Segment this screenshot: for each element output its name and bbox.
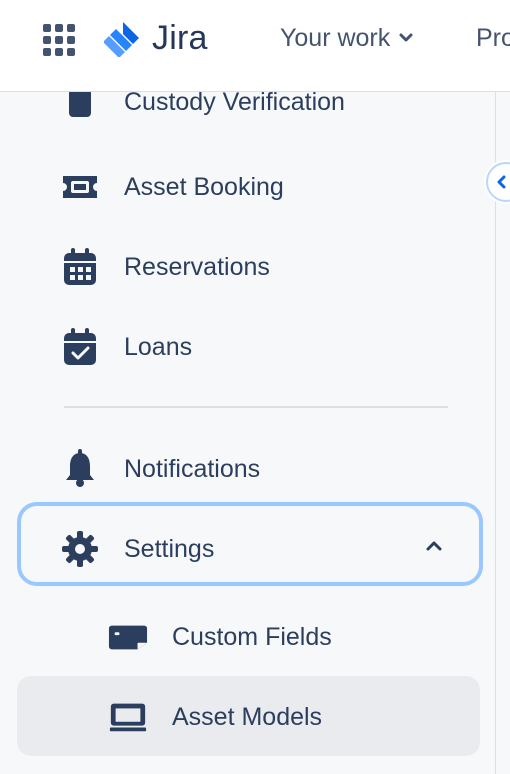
calendar-grid-icon xyxy=(60,247,100,287)
clipboard-icon xyxy=(60,92,100,122)
sidebar-item-loans[interactable]: Loans xyxy=(60,325,192,369)
sidebar-item-label: Settings xyxy=(124,534,215,563)
chevron-down-icon xyxy=(399,33,413,42)
sidebar-item-label: Custody Verification xyxy=(124,92,345,116)
sidebar-item-notifications[interactable]: Notifications xyxy=(60,447,260,491)
sidebar-subitem-custom-fields[interactable]: Custom Fields xyxy=(108,615,332,659)
card-icon xyxy=(108,617,148,657)
sidebar-item-settings[interactable]: Settings xyxy=(60,527,214,571)
gear-icon xyxy=(60,529,100,569)
projects-menu[interactable]: Pro xyxy=(476,20,510,56)
jira-logo[interactable]: Jira xyxy=(104,17,208,59)
jira-wordmark: Jira xyxy=(152,19,208,57)
sidebar-item-label: Custom Fields xyxy=(172,622,332,651)
monitor-icon xyxy=(108,697,148,737)
your-work-menu[interactable]: Your work xyxy=(280,20,413,56)
sidebar-item-label: Asset Booking xyxy=(124,172,284,201)
top-navigation-bar: Jira Your work Pro xyxy=(0,0,510,92)
sidebar: Custody Verification Asset Booking Reser… xyxy=(0,92,496,774)
sidebar-item-custody-verification[interactable]: Custody Verification xyxy=(60,92,345,124)
app-switcher-icon[interactable] xyxy=(40,21,76,57)
sidebar-item-label: Notifications xyxy=(124,454,261,483)
sidebar-divider xyxy=(64,406,448,408)
calendar-check-icon xyxy=(60,327,100,367)
projects-label: Pro xyxy=(476,23,510,52)
sidebar-subitem-asset-models[interactable]: Asset Models xyxy=(108,695,322,739)
jira-mark-icon xyxy=(104,22,139,57)
sidebar-item-label: Loans xyxy=(124,332,193,361)
bell-icon xyxy=(60,449,100,489)
sidebar-item-reservations[interactable]: Reservations xyxy=(60,245,270,289)
sidebar-item-label: Asset Models xyxy=(172,702,323,731)
chevron-up-icon[interactable] xyxy=(420,532,448,560)
your-work-label: Your work xyxy=(280,23,391,52)
chevron-left-icon xyxy=(497,175,506,189)
sidebar-item-asset-booking[interactable]: Asset Booking xyxy=(60,165,284,209)
ticket-icon xyxy=(60,167,100,207)
sidebar-item-label: Reservations xyxy=(124,252,270,281)
